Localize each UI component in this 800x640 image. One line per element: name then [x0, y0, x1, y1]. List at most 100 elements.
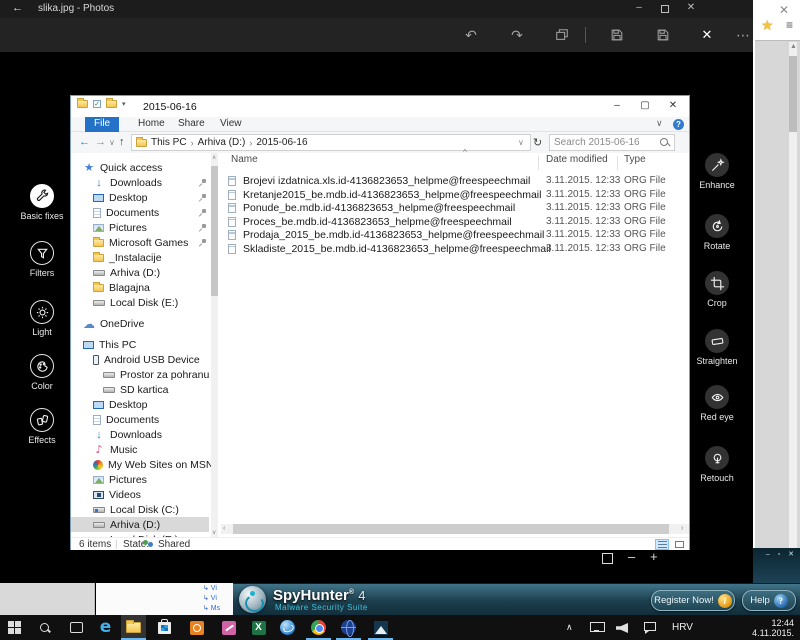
taskbar-clock[interactable]: 12:44 4.11.2015.	[736, 618, 794, 638]
background-page-link[interactable]: ↳ Vi	[203, 594, 233, 604]
color-button[interactable]	[30, 354, 54, 378]
background-page-link[interactable]: ↳ Vi	[203, 584, 233, 594]
sidebar-item-my-web-sites-on-msn[interactable]: My Web Sites on MSN	[71, 457, 209, 472]
crop-button[interactable]	[705, 271, 729, 295]
save-icon[interactable]	[654, 26, 672, 44]
browser-scrollbar-up-icon[interactable]: ▲	[790, 43, 797, 50]
sidebar-item-blagajna[interactable]: Blagajna	[71, 280, 209, 295]
hscrollbar-thumb[interactable]	[233, 524, 669, 534]
explorer-maximize-button[interactable]: ▢	[634, 100, 656, 111]
nav-scroll-down-icon[interactable]: ∨	[212, 529, 216, 536]
edge-button[interactable]: e	[93, 615, 118, 640]
enhance-button[interactable]	[705, 153, 729, 177]
photos-app-button[interactable]	[368, 615, 393, 640]
sidebar-item-prostor-za-pohranu-telefona[interactable]: Prostor za pohranu telefona	[71, 367, 209, 382]
fit-to-window-icon[interactable]	[602, 553, 613, 564]
file-explorer-button[interactable]	[121, 615, 146, 640]
sidebar-item-local-disk-e-[interactable]: Local Disk (E:)	[71, 295, 209, 310]
network-icon[interactable]	[590, 622, 603, 632]
sidebar-item--instalacije[interactable]: _Instalacije	[71, 250, 209, 265]
sidebar-item-downloads[interactable]: ↓Downloads	[71, 175, 209, 190]
nav-up-icon[interactable]: ↑	[119, 136, 125, 148]
photos-close-button[interactable]: ✕	[682, 2, 700, 13]
column-separator[interactable]	[538, 156, 539, 170]
sidebar-item-arhiva-d-[interactable]: Arhiva (D:)	[71, 265, 209, 280]
search-button[interactable]	[32, 615, 57, 640]
sidebar-item-onedrive[interactable]: ☁OneDrive	[71, 316, 209, 331]
zoom-out-icon[interactable]: –	[628, 549, 635, 564]
bookmark-star-icon[interactable]: ★	[761, 17, 774, 34]
browser-menu-icon[interactable]: ≡	[786, 18, 793, 32]
tray-expand-icon[interactable]: ∧	[566, 622, 573, 633]
task-view-button[interactable]	[64, 615, 89, 640]
help-button[interactable]: Help ?	[742, 590, 796, 611]
tab-share[interactable]: Share	[169, 117, 214, 132]
register-now-button[interactable]: Register Now! i	[651, 590, 735, 611]
tab-view[interactable]: View	[211, 117, 251, 132]
basic-fixes-button[interactable]	[30, 184, 54, 208]
google-earth-button[interactable]	[275, 615, 300, 640]
sidebar-item-desktop[interactable]: Desktop	[71, 397, 209, 412]
compare-icon[interactable]	[553, 26, 571, 44]
column-header-date[interactable]: Date modified	[546, 154, 608, 165]
help-icon[interactable]: ?	[673, 119, 684, 130]
background-page-link[interactable]: ↳ Ms	[203, 604, 233, 614]
qat-dropdown-icon[interactable]: ▾	[122, 100, 126, 108]
tab-home[interactable]: Home	[129, 117, 174, 132]
column-separator[interactable]	[617, 156, 618, 170]
nav-recent-icon[interactable]: ∨	[109, 138, 115, 147]
nav-scroll-up-icon[interactable]: ∧	[212, 154, 216, 161]
browser-close-icon[interactable]: ✕	[779, 3, 789, 17]
chrome-button[interactable]	[306, 615, 331, 640]
spyhunter-window-controls[interactable]: – ▫ ✕	[766, 550, 797, 558]
effects-button[interactable]	[30, 408, 54, 432]
undo-icon[interactable]: ↶	[462, 26, 480, 44]
table-row[interactable]: Prodaja_2015_be.mdb.id-4136823653_helpme…	[221, 229, 689, 243]
retouch-button[interactable]	[705, 446, 729, 470]
back-arrow-icon[interactable]: ←	[12, 2, 23, 14]
language-indicator[interactable]: HRV	[672, 622, 693, 633]
action-center-icon[interactable]	[644, 622, 656, 631]
hscroll-left-icon[interactable]: ‹	[223, 525, 225, 532]
table-row[interactable]: Skladiste_2015_be.mdb.id-4136823653_help…	[221, 243, 689, 257]
zoom-in-icon[interactable]: +	[650, 549, 658, 564]
table-row[interactable]: Kretanje2015_be.mdb.id-4136823653_helpme…	[221, 189, 689, 203]
qat-folder-icon[interactable]	[106, 100, 117, 108]
table-row[interactable]: Proces_be.mdb.id-4136823653_helpme@frees…	[221, 216, 689, 230]
pen-app-button[interactable]	[216, 615, 241, 640]
breadcrumb-segment[interactable]: This PC	[151, 137, 187, 148]
hscroll-right-icon[interactable]: ›	[681, 525, 683, 532]
breadcrumb-segment[interactable]: 2015-06-16	[256, 137, 307, 148]
sidebar-item-local-disk-c-[interactable]: Local Disk (C:)	[71, 502, 209, 517]
column-header-name[interactable]: Name	[231, 154, 258, 165]
sidebar-item-microsoft-games[interactable]: Microsoft Games	[71, 235, 209, 250]
tab-file[interactable]: File	[85, 117, 119, 132]
sidebar-item-downloads[interactable]: ↓Downloads	[71, 427, 209, 442]
search-icon[interactable]	[660, 138, 670, 148]
thumbnail-view-button[interactable]	[672, 539, 686, 550]
sidebar-item-desktop[interactable]: Desktop	[71, 190, 209, 205]
sidebar-item-sd-kartica[interactable]: SD kartica	[71, 382, 209, 397]
browser-scrollbar-thumb[interactable]	[789, 56, 797, 132]
excel-button[interactable]: X	[246, 615, 271, 640]
sidebar-item-arhiva-d-[interactable]: Arhiva (D:)	[71, 517, 209, 532]
explorer-minimize-button[interactable]: –	[606, 100, 628, 111]
rotate-button[interactable]	[705, 214, 729, 238]
start-button[interactable]	[2, 615, 27, 640]
table-row[interactable]: Brojevi izdatnica.xls.id-4136823653_help…	[221, 175, 689, 189]
red-eye-button[interactable]	[705, 385, 729, 409]
explorer-close-button[interactable]: ✕	[662, 100, 684, 111]
store-button[interactable]	[152, 615, 177, 640]
details-view-button[interactable]	[655, 539, 669, 550]
nav-back-icon[interactable]: ←	[79, 136, 90, 148]
light-button[interactable]	[30, 300, 54, 324]
redo-icon[interactable]: ↷	[508, 26, 526, 44]
cancel-icon[interactable]: ✕	[698, 26, 716, 44]
filters-button[interactable]	[30, 241, 54, 265]
sidebar-item-music[interactable]: ♪Music	[71, 442, 209, 457]
photos-minimize-button[interactable]: –	[630, 2, 648, 13]
save-copy-icon[interactable]	[608, 26, 626, 44]
straighten-button[interactable]	[705, 329, 729, 353]
breadcrumb-segment[interactable]: Arhiva (D:)	[198, 137, 246, 148]
sidebar-item-videos[interactable]: Videos	[71, 487, 209, 502]
